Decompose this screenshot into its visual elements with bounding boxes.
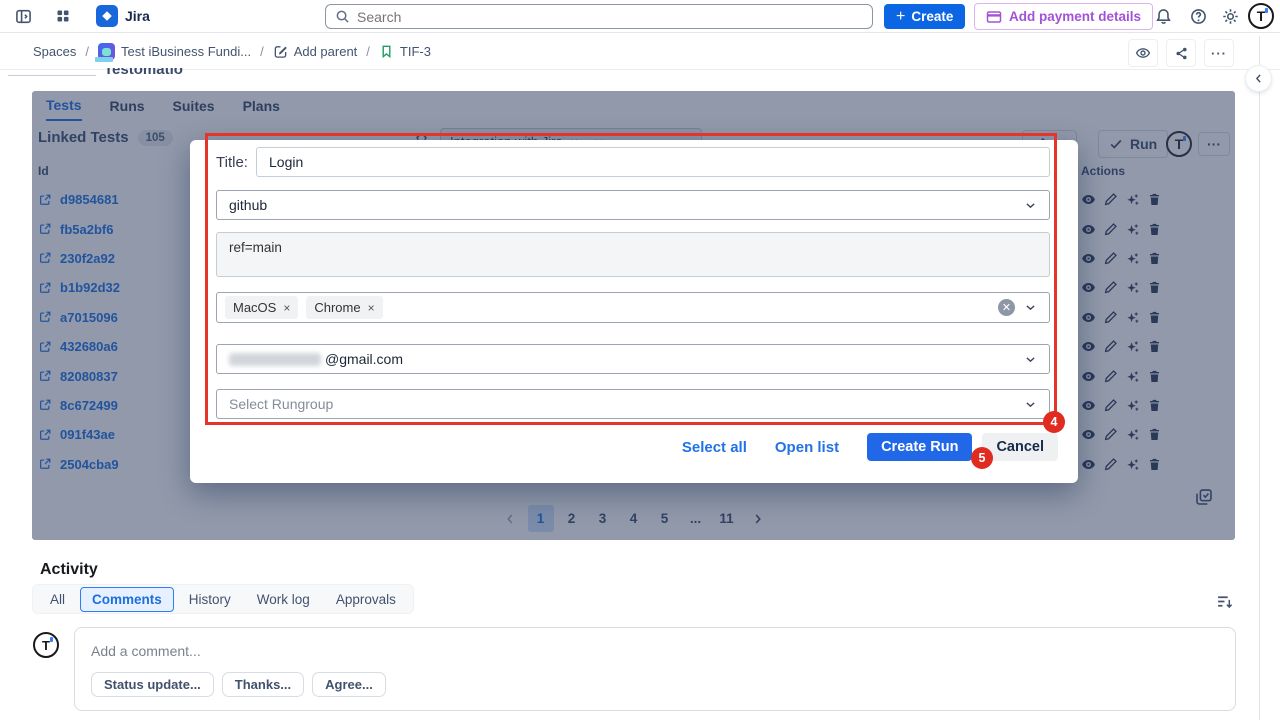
sidebar-toggle-button[interactable]: [10, 3, 36, 29]
quick-reply-status[interactable]: Status update...: [91, 672, 214, 697]
quick-reply-thanks[interactable]: Thanks...: [222, 672, 304, 697]
settings-button[interactable]: [1217, 3, 1243, 29]
env-chip: Chrome×: [306, 296, 382, 319]
modal-footer: Select all Open list Create Run Cancel: [682, 433, 1058, 461]
watch-eye-icon: [1135, 45, 1151, 61]
filter-all[interactable]: All: [39, 588, 76, 611]
share-icon: [1174, 46, 1189, 61]
panel-title-clipped: Testomatio: [104, 68, 244, 83]
remove-chip-icon[interactable]: ×: [283, 302, 290, 314]
jira-mark-icon: [99, 8, 115, 24]
app-title: Jira: [125, 8, 150, 24]
watch-button[interactable]: [1128, 39, 1158, 67]
redacted-email: [229, 353, 321, 366]
filter-comments[interactable]: Comments: [80, 587, 174, 612]
breadcrumb-separator: /: [260, 44, 264, 59]
clear-all-icon[interactable]: ✕: [998, 299, 1015, 316]
bookmark-icon: [379, 44, 394, 59]
chevron-down-icon: [1024, 301, 1037, 314]
global-search[interactable]: [325, 4, 873, 29]
jira-logo[interactable]: [96, 5, 118, 27]
open-list-link[interactable]: Open list: [775, 439, 839, 456]
page: Jira + Create Add payment details T Spac…: [0, 0, 1280, 720]
right-divider: [1259, 36, 1260, 720]
breadcrumb-project[interactable]: Test iBusiness Fundi...: [98, 43, 251, 60]
run-title-input[interactable]: [256, 147, 1050, 177]
rungroup-select[interactable]: Select Rungroup: [216, 389, 1050, 419]
activity-filters: All Comments History Work log Approvals: [32, 584, 414, 614]
share-button[interactable]: [1166, 39, 1196, 67]
bell-icon: [1155, 8, 1172, 25]
comment-placeholder[interactable]: Add a comment...: [91, 643, 201, 659]
repo-select[interactable]: github: [216, 190, 1050, 220]
plus-icon: +: [896, 8, 905, 26]
filter-approvals[interactable]: Approvals: [325, 588, 407, 611]
breadcrumb-spaces[interactable]: Spaces: [33, 44, 76, 59]
search-icon: [335, 9, 350, 24]
app-icon-fragment: [95, 57, 113, 62]
ellipsis-icon: ···: [1211, 46, 1227, 61]
filter-history[interactable]: History: [178, 588, 242, 611]
create-button[interactable]: + Create: [884, 4, 965, 29]
credit-card-icon: [986, 9, 1002, 25]
help-icon: [1190, 8, 1207, 25]
annotation-badge-4: 4: [1043, 411, 1065, 433]
collapse-panel-button[interactable]: [1246, 66, 1271, 91]
gear-icon: [1222, 8, 1239, 25]
help-button[interactable]: [1185, 3, 1211, 29]
title-label: Title:: [216, 154, 248, 171]
edit-icon: [273, 44, 288, 59]
assignee-select[interactable]: @gmail.com: [216, 344, 1050, 374]
breadcrumb-issue-key[interactable]: TIF-3: [379, 44, 431, 59]
create-run-modal: Title: github ref=main MacOS× Chrome× ✕ …: [190, 140, 1078, 483]
annotation-badge-5: 5: [971, 447, 993, 469]
breadcrumb-add-parent[interactable]: Add parent: [273, 44, 358, 59]
user-avatar[interactable]: T: [1248, 3, 1274, 29]
breadcrumb-separator: /: [85, 44, 89, 59]
more-actions-button[interactable]: ···: [1204, 39, 1234, 67]
app-grid-icon: [55, 8, 71, 24]
env-multiselect[interactable]: MacOS× Chrome× ✕: [216, 292, 1050, 323]
env-chip: MacOS×: [225, 296, 298, 319]
avatar-accent: [1265, 8, 1268, 13]
sort-order-icon[interactable]: [1216, 593, 1233, 610]
ref-textarea[interactable]: ref=main: [216, 232, 1050, 277]
panel-toggle-icon: [15, 8, 32, 25]
breadcrumb-separator: /: [366, 44, 370, 59]
notifications-button[interactable]: [1150, 3, 1176, 29]
add-payment-details-button[interactable]: Add payment details: [974, 3, 1153, 30]
cancel-button[interactable]: Cancel: [982, 433, 1058, 461]
quick-reply-agree[interactable]: Agree...: [312, 672, 386, 697]
app-switcher-button[interactable]: [50, 3, 76, 29]
create-run-button[interactable]: Create Run: [867, 433, 972, 461]
remove-chip-icon[interactable]: ×: [368, 302, 375, 314]
chevron-down-icon: [1024, 353, 1037, 366]
activity-heading: Activity: [40, 561, 98, 579]
filter-worklog[interactable]: Work log: [246, 588, 321, 611]
avatar-accent: [50, 637, 53, 642]
page-actions: ···: [1128, 39, 1234, 67]
chevron-down-icon: [1024, 398, 1037, 411]
search-input[interactable]: [357, 9, 863, 25]
comment-box[interactable]: Add a comment... Status update... Thanks…: [74, 627, 1236, 711]
divider-line: [8, 75, 96, 76]
top-nav: Jira + Create Add payment details T: [0, 0, 1280, 33]
select-all-link[interactable]: Select all: [682, 439, 747, 456]
quick-replies: Status update... Thanks... Agree...: [91, 672, 386, 697]
chevron-down-icon: [1024, 199, 1037, 212]
comment-user-avatar: T: [33, 632, 59, 658]
chevron-left-icon: [1252, 72, 1265, 85]
breadcrumb: Spaces / Test iBusiness Fundi... / Add p…: [0, 34, 1280, 70]
